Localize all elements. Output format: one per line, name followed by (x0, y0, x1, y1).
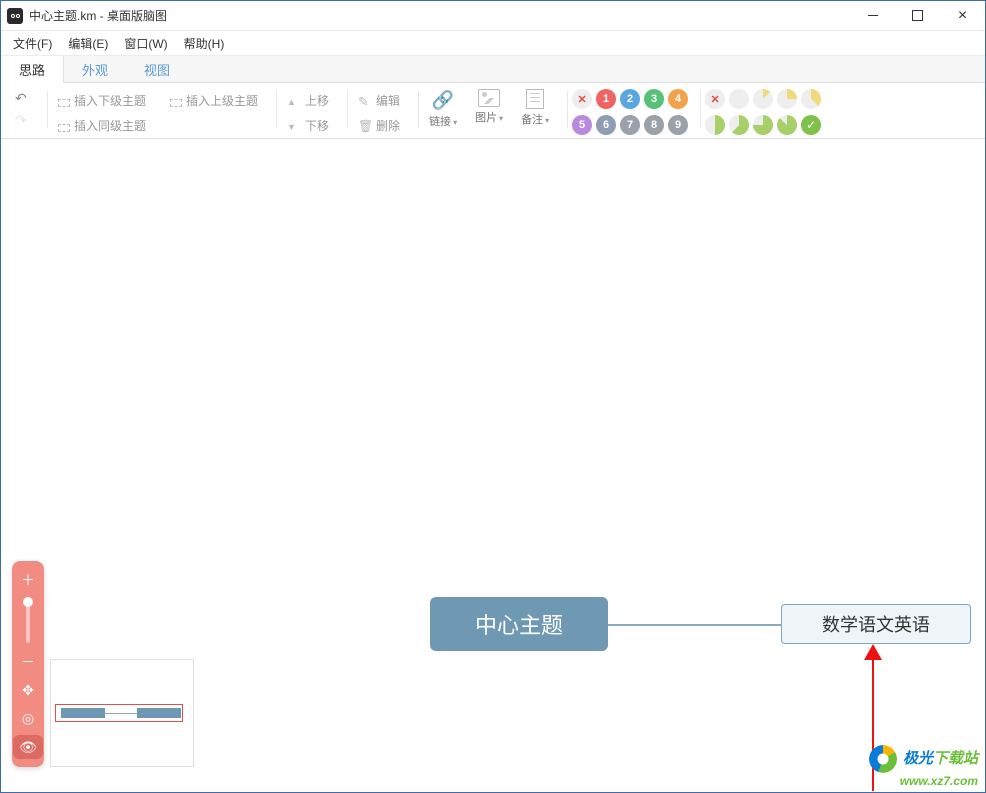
note-icon (526, 89, 544, 109)
window-minimize-button[interactable] (850, 1, 895, 30)
app-icon (7, 8, 23, 24)
progress-12-button[interactable] (753, 89, 773, 109)
tab-appearance[interactable]: 外观 (64, 56, 126, 82)
progress-50-button[interactable] (705, 115, 725, 135)
zoom-rail: ＋ － ✥ ◎ 👁 (12, 561, 44, 767)
insert-parent-label: 插入上级主题 (186, 92, 258, 109)
undo-icon (15, 92, 29, 106)
minimap[interactable] (50, 659, 194, 767)
watermark-logo-icon (869, 745, 897, 773)
edit-label: 编辑 (376, 92, 400, 109)
move-down-button[interactable]: 下移 (281, 114, 335, 137)
annotation-arrow-head (864, 644, 882, 660)
priority-3-button[interactable]: 3 (644, 89, 664, 109)
move-down-label: 下移 (305, 117, 329, 134)
menu-file[interactable]: 文件(F) (5, 33, 60, 54)
arrow-up-icon (287, 94, 301, 108)
redo-button[interactable] (9, 111, 35, 131)
insert-sibling-button[interactable]: 插入同级主题 (52, 114, 264, 137)
watermark-url: www.xz7.com (900, 774, 978, 788)
delete-label: 删除 (376, 117, 400, 134)
progress-0-button[interactable] (729, 89, 749, 109)
root-node-text: 中心主题 (475, 608, 563, 640)
window-maximize-button[interactable] (895, 1, 940, 30)
child-node-text: 数学语文英语 (822, 611, 930, 637)
tab-view[interactable]: 视图 (126, 56, 188, 82)
priority-9-button[interactable]: 9 (668, 115, 688, 135)
watermark: 极光下载站 www.xz7.com (869, 745, 978, 790)
menu-bar: 文件(F) 编辑(E) 窗口(W) 帮助(H) (1, 31, 985, 55)
priority-1-button[interactable]: 1 (596, 89, 616, 109)
edit-button[interactable]: 编辑 (352, 89, 406, 112)
title-bar: 中心主题.km - 桌面版脑图 × (1, 1, 985, 31)
progress-clear-button[interactable]: ✕ (705, 89, 725, 109)
progress-87-button[interactable] (777, 115, 797, 135)
root-node[interactable]: 中心主题 (430, 597, 608, 651)
priority-4-button[interactable]: 4 (668, 89, 688, 109)
priority-group: ✕1234 56789 (570, 87, 698, 138)
link-button[interactable]: 链接▾ (423, 89, 463, 129)
image-label: 图片 (475, 112, 497, 124)
progress-75-button[interactable] (753, 115, 773, 135)
insert-sibling-label: 插入同级主题 (74, 117, 146, 134)
toolbar: 插入下级主题 插入上级主题 插入同级主题 上移 下移 编辑 删除 (1, 83, 985, 139)
window-title: 中心主题.km - 桌面版脑图 (29, 7, 167, 24)
note-button[interactable]: 备注▾ (515, 89, 555, 127)
delete-button[interactable]: 删除 (352, 114, 406, 137)
menu-window[interactable]: 窗口(W) (116, 33, 175, 54)
menu-edit[interactable]: 编辑(E) (60, 33, 116, 54)
priority-clear-button[interactable]: ✕ (572, 89, 592, 109)
insert-parent-icon (170, 99, 182, 107)
toggle-minimap-button[interactable]: 👁 (13, 735, 43, 759)
priority-6-button[interactable]: 6 (596, 115, 616, 135)
priority-7-button[interactable]: 7 (620, 115, 640, 135)
note-label: 备注 (521, 114, 543, 126)
link-icon (431, 89, 455, 111)
insert-child-label: 插入下级主题 (74, 92, 146, 109)
watermark-text-1a: 极光 (903, 749, 933, 766)
progress-25-button[interactable] (777, 89, 797, 109)
tab-idea[interactable]: 思路 (1, 56, 64, 82)
zoom-slider[interactable] (26, 599, 30, 643)
node-connector (608, 624, 781, 626)
watermark-text-1b: 下载站 (933, 749, 978, 766)
priority-8-button[interactable]: 8 (644, 115, 664, 135)
move-up-button[interactable]: 上移 (281, 89, 335, 112)
navigator-widget: ＋ － ✥ ◎ 👁 (12, 561, 194, 767)
locate-button[interactable]: ◎ (17, 707, 39, 729)
child-node[interactable]: 数学语文英语 (781, 604, 971, 644)
ribbon-tabs: 思路 外观 视图 (1, 55, 985, 83)
zoom-in-button[interactable]: ＋ (17, 569, 39, 591)
insert-sibling-icon (58, 124, 70, 132)
zoom-out-button[interactable]: － (17, 651, 39, 673)
window-close-button[interactable]: × (940, 1, 985, 30)
move-up-label: 上移 (305, 92, 329, 109)
undo-button[interactable] (9, 89, 35, 109)
image-icon (478, 89, 500, 107)
insert-child-button[interactable]: 插入下级主题 (52, 89, 152, 112)
mindmap-canvas[interactable]: 中心主题 数学语文英语 ＋ － ✥ ◎ 👁 极光下载站 www.xz7.com (2, 140, 984, 791)
trash-icon (358, 119, 372, 133)
link-label: 链接 (429, 116, 451, 128)
redo-icon (15, 114, 29, 128)
arrow-down-icon (287, 119, 301, 133)
progress-37-button[interactable] (801, 89, 821, 109)
image-button[interactable]: 图片▾ (469, 89, 509, 125)
progress-62-button[interactable] (729, 115, 749, 135)
progress-100-button[interactable]: ✓ (801, 115, 821, 135)
insert-parent-button[interactable]: 插入上级主题 (164, 89, 264, 112)
priority-2-button[interactable]: 2 (620, 89, 640, 109)
menu-help[interactable]: 帮助(H) (176, 33, 233, 54)
progress-group: ✕ ✓ (703, 87, 831, 138)
pan-button[interactable]: ✥ (17, 679, 39, 701)
priority-5-button[interactable]: 5 (572, 115, 592, 135)
edit-icon (358, 94, 372, 108)
insert-child-icon (58, 99, 70, 107)
minimap-viewport[interactable] (55, 704, 183, 722)
